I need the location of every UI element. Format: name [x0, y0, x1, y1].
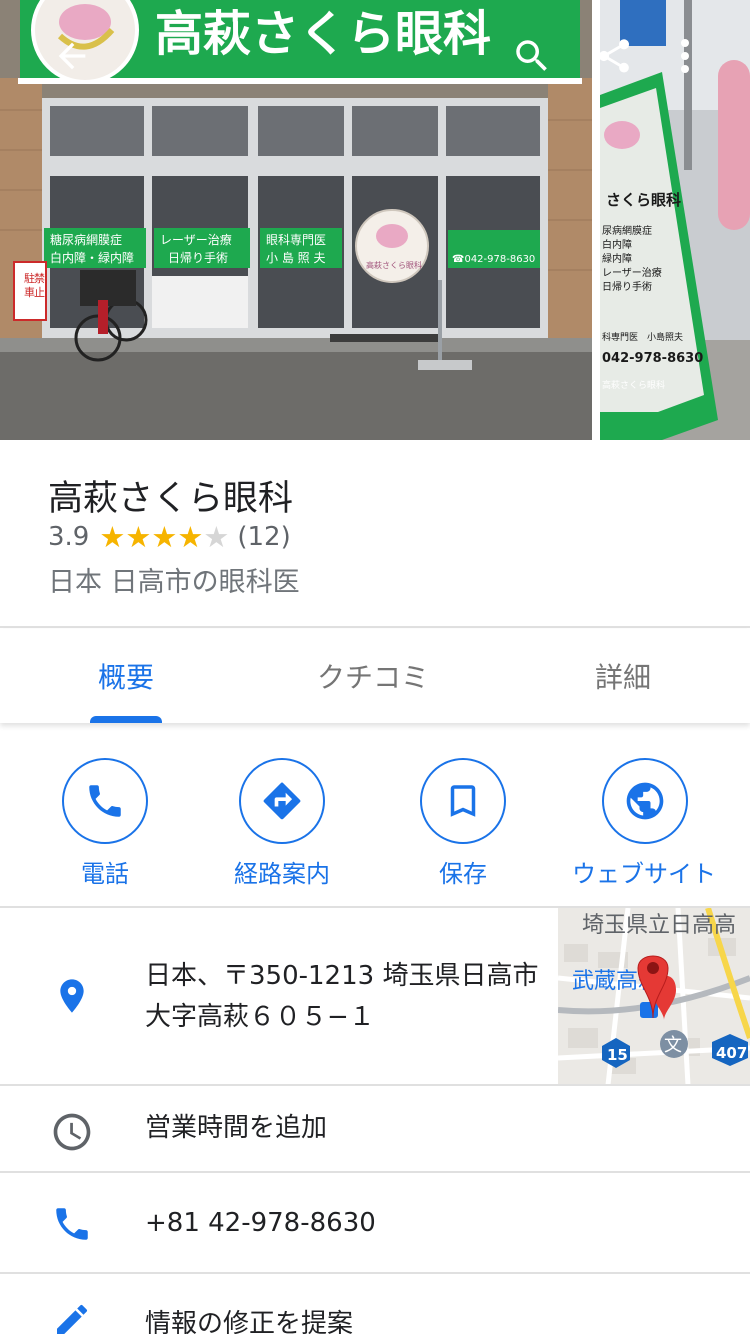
divider: [0, 626, 750, 628]
window-note-2: 白内障・緑内障: [50, 250, 134, 265]
directions-icon: [263, 782, 301, 820]
star-empty-icon: ★: [203, 520, 230, 554]
star-icon: ★: [99, 520, 126, 554]
directions-button[interactable]: 経路案内: [192, 758, 372, 898]
star-icon: ★: [151, 520, 178, 554]
call-label: 電話: [81, 860, 129, 888]
banner-line-2: 白内障: [602, 238, 632, 251]
active-tab-indicator: [90, 716, 162, 723]
website-button[interactable]: ウェブサイト: [554, 758, 734, 898]
no-parking-4: 止: [34, 286, 45, 299]
globe-icon: [626, 782, 664, 820]
share-button[interactable]: [586, 28, 642, 84]
directions-label: 経路案内: [234, 860, 330, 888]
window-note-4: 日帰り手術: [168, 251, 228, 265]
map-school-mark: 文: [664, 1035, 682, 1056]
address-row[interactable]: 日本、〒350-1213 埼玉県日高市大字高萩６０５−１ 埼玉県立日高高 武蔵高…: [0, 908, 750, 1085]
place-header: 高萩さくら眼科 3.9 ★ ★ ★ ★ ★ (12) 日本 日高市の眼科医: [0, 440, 750, 628]
sign-text: 高萩さくら眼科: [155, 6, 491, 62]
location-pin-icon: [48, 972, 96, 1020]
tab-details[interactable]: 詳細: [533, 629, 713, 723]
search-icon: [516, 40, 547, 71]
place-title: 高萩さくら眼科: [48, 479, 294, 519]
suggest-edit-text: 情報の修正を提案: [145, 1309, 354, 1334]
address-text: 日本、〒350-1213 埼玉県日高市大字高萩６０５−１: [145, 961, 539, 1032]
star-icon: ★: [125, 520, 152, 554]
banner-footer: 高萩さくら眼科: [602, 379, 665, 391]
window-phone: ☎042-978-8630: [452, 254, 535, 265]
save-label: 保存: [439, 860, 487, 888]
phone-icon: [48, 1200, 96, 1248]
place-page: 高萩さくら眼科 糖尿病網膜症 白内障・緑内障 レーザー治療 日帰り手術 眼科専門…: [0, 0, 750, 1334]
tab-reviews[interactable]: クチコミ: [283, 629, 463, 723]
window-note-6: 小 島 照 夫: [266, 250, 325, 265]
back-button[interactable]: [44, 28, 100, 84]
website-circle: [602, 758, 688, 844]
tab-bar: 概要 クチコミ 詳細: [0, 629, 750, 723]
more-button[interactable]: [660, 28, 710, 84]
banner-line-1: 尿病網膜症: [602, 224, 652, 237]
suggest-edit-row[interactable]: 情報の修正を提案: [0, 1274, 750, 1334]
clock-icon: [48, 1108, 96, 1156]
map-thumbnail[interactable]: 埼玉県立日高高 武蔵高萩 15 文 407: [558, 908, 750, 1085]
window-note-1: 糖尿病網膜症: [50, 232, 122, 247]
bookmark-icon: [450, 785, 476, 817]
phone-icon: [89, 785, 121, 817]
action-row: 電話 経路案内 保存 ウェブサイト: [0, 724, 750, 907]
map-route-407: 407: [716, 1044, 747, 1062]
place-category: 日本 日高市の眼科医: [48, 567, 300, 598]
photo-gallery[interactable]: 高萩さくら眼科 糖尿病網膜症 白内障・緑内障 レーザー治療 日帰り手術 眼科専門…: [0, 0, 750, 440]
tab-overview[interactable]: 概要: [36, 629, 216, 723]
call-button[interactable]: 電話: [15, 758, 195, 898]
rating-value: 3.9: [48, 522, 90, 552]
share-icon: [598, 39, 630, 73]
phone-number: +81 42-978-8630: [145, 1208, 376, 1238]
window-note-3: レーザー治療: [160, 233, 232, 247]
banner-phone: 042-978-8630: [602, 351, 703, 366]
banner-line-4: レーザー治療: [602, 266, 662, 279]
directions-circle: [239, 758, 325, 844]
save-button[interactable]: 保存: [373, 758, 553, 898]
map-illustration: 埼玉県立日高高 武蔵高萩 15 文 407: [558, 908, 750, 1085]
rating-row[interactable]: 3.9 ★ ★ ★ ★ ★ (12): [48, 520, 291, 554]
window-note-5: 眼科専門医: [266, 233, 326, 247]
review-count: (12): [237, 522, 291, 552]
edit-pencil-icon: [48, 1296, 96, 1334]
no-parking-3: 禁: [34, 272, 45, 285]
rating-stars: ★ ★ ★ ★ ★: [99, 522, 229, 552]
banner-doctor: 科専門医 小島照夫: [602, 331, 683, 343]
star-icon: ★: [177, 520, 204, 554]
call-circle: [62, 758, 148, 844]
arrow-back-icon: [58, 42, 86, 70]
search-button[interactable]: [504, 28, 560, 84]
phone-row[interactable]: +81 42-978-8630: [0, 1173, 750, 1273]
more-vert-icon: [681, 39, 689, 73]
banner-line-3: 緑内障: [602, 252, 632, 265]
map-label-school: 埼玉県立日高高: [582, 913, 736, 938]
website-label: ウェブサイト: [572, 860, 716, 888]
hours-text: 営業時間を追加: [145, 1113, 328, 1143]
map-route-15: 15: [607, 1046, 628, 1064]
door-logo-text: 高萩さくら眼科: [366, 260, 422, 270]
banner-title: さくら眼科: [606, 191, 681, 209]
hours-row[interactable]: 営業時間を追加: [0, 1086, 750, 1172]
save-circle: [420, 758, 506, 844]
banner-line-5: 日帰り手術: [602, 280, 652, 293]
